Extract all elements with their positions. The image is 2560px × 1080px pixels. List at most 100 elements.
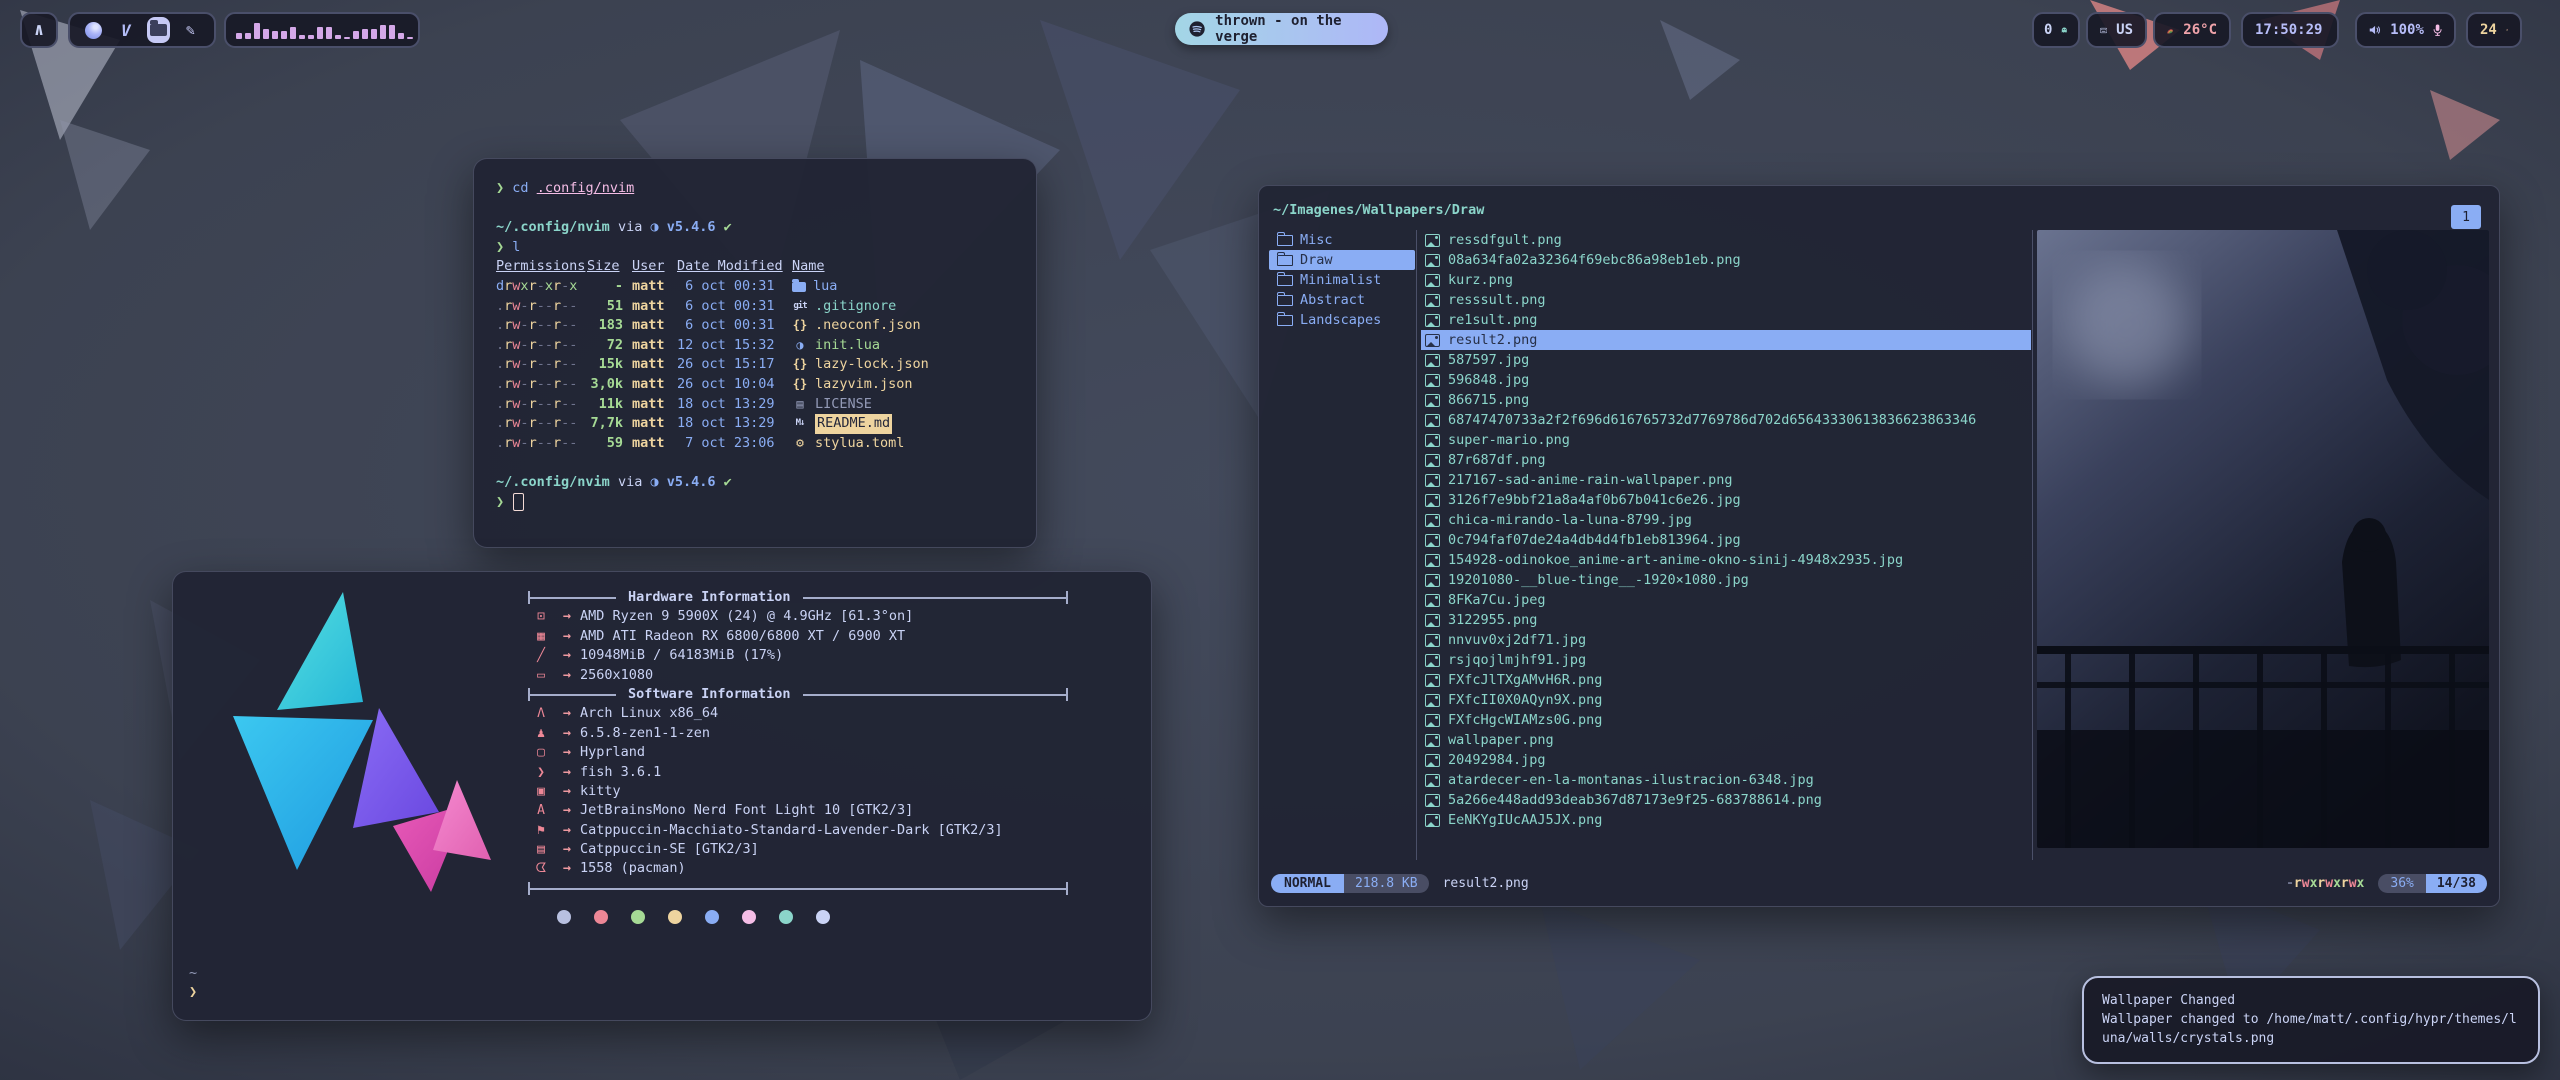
file-row[interactable]: 19201080-__blue-tinge__-1920×1080.jpg [1421, 570, 2031, 590]
file-row[interactable]: FXfcHgcWIAMzs0G.png [1421, 710, 2031, 730]
file-row[interactable]: chica-mirando-la-luna-8799.jpg [1421, 510, 2031, 530]
firefox-icon [85, 22, 102, 39]
file-row[interactable]: result2.png [1421, 330, 2031, 350]
terminal-file-row: .rw-r--r--183matt 6 oct 00:31{}.neoconf.… [496, 316, 1022, 336]
gpu-icon: ▦ [528, 627, 554, 646]
file-row[interactable]: 68747470733a2f2f696d616765732d7769786d70… [1421, 410, 2031, 430]
file-manager-window[interactable]: ~/Imagenes/Wallpapers/Draw 1 MiscDrawMin… [1258, 185, 2500, 907]
terminal-icon: ▣ [528, 782, 554, 801]
audio-widget[interactable]: 100% [2355, 12, 2456, 48]
fetch-shell-prompt[interactable]: ~ ❯ [189, 964, 197, 1003]
command-arg: .config/nvim [537, 179, 635, 199]
folder-file-icon [792, 282, 806, 292]
sidebar-item-abstract[interactable]: Abstract [1269, 290, 1415, 310]
icon-theme-icon: ▤ [528, 840, 554, 859]
sidebar-item-misc[interactable]: Misc [1269, 230, 1415, 250]
braces-file-icon: {} [792, 316, 808, 336]
palette-dot [668, 910, 682, 924]
visualizer-bar [353, 31, 359, 39]
fetch-info-panel: Hardware Information ⊡→AMD Ryzen 9 5900X… [528, 588, 1068, 898]
folder-icon [1277, 235, 1293, 246]
keyboard-layout: US [2116, 22, 2133, 38]
notification-toast[interactable]: Wallpaper Changed Wallpaper changed to /… [2082, 976, 2540, 1064]
media-pill[interactable]: thrown - on the verge [1175, 13, 1388, 45]
file-row[interactable]: 587597.jpg [1421, 350, 2031, 370]
fastfetch-logo [225, 588, 491, 906]
vim-icon: V [121, 21, 131, 40]
launcher-button[interactable]: ∧ [20, 12, 58, 48]
workspace-paint[interactable]: ✎ [179, 17, 202, 43]
file-row[interactable]: 3126f7e9bbf21a8a4af0b67b041c6e26.jpg [1421, 490, 2031, 510]
sidebar-item-landscapes[interactable]: Landscapes [1269, 310, 1415, 330]
fastfetch-window[interactable]: Hardware Information ⊡→AMD Ryzen 9 5900X… [172, 571, 1152, 1021]
packages-icon: ᗧ [528, 859, 554, 878]
visualizer-bar [407, 37, 413, 39]
terminal-window[interactable]: ❯ cd .config/nvim ~/.config/nvim via ◑ v… [473, 158, 1037, 548]
notification-count: 24 [2480, 22, 2497, 38]
file-row[interactable]: 596848.jpg [1421, 370, 2031, 390]
command: l [512, 238, 520, 258]
file-row[interactable]: 154928-odinokoe_anime-art-anime-okno-sin… [1421, 550, 2031, 570]
file-row[interactable]: resssult.png [1421, 290, 2031, 310]
file-row[interactable]: kurz.png [1421, 270, 2031, 290]
status-bar: NORMAL 218.8 KB result2.png -rwxrwxrwx 3… [1271, 872, 2487, 894]
arrow-icon: → [554, 627, 580, 646]
file-row[interactable]: 08a634fa02a32364f69ebc86a98eb1eb.png [1421, 250, 2031, 270]
file-row[interactable]: FXfcJlTXgAMvH6R.png [1421, 670, 2031, 690]
workspace-firefox[interactable] [82, 17, 105, 43]
file-row[interactable]: 217167-sad-anime-rain-wallpaper.png [1421, 470, 2031, 490]
file-row[interactable]: wallpaper.png [1421, 730, 2031, 750]
lua-version-icon: ◑ [650, 218, 658, 238]
file-row[interactable]: 20492984.jpg [1421, 750, 2031, 770]
file-row[interactable]: 87r687df.png [1421, 450, 2031, 470]
workspace-vim[interactable]: V [114, 17, 137, 43]
visualizer-bar [371, 29, 377, 39]
workspace-files[interactable] [147, 17, 170, 43]
spotify-icon [1189, 20, 1205, 38]
visualizer-bar [263, 29, 269, 39]
visualizer-bar [272, 31, 278, 39]
prompt-symbol: ❯ [496, 179, 504, 199]
sidebar-item-draw[interactable]: Draw [1269, 250, 1415, 270]
weather-widget[interactable]: 26°C [2153, 12, 2231, 48]
file-row[interactable]: nnvuv0xj2df71.jpg [1421, 630, 2031, 650]
image-file-icon [1425, 794, 1440, 807]
speaker-icon [2369, 23, 2381, 37]
image-file-icon [1425, 434, 1440, 447]
hardware-section-title: Hardware Information [528, 588, 1068, 607]
font-icon: A [528, 801, 554, 820]
file-row[interactable]: FXfcII0X0AQyn9X.png [1421, 690, 2031, 710]
updates-widget[interactable]: 0 [2032, 12, 2080, 48]
file-row[interactable]: 8FKa7Cu.jpeg [1421, 590, 2031, 610]
file-row[interactable]: atardecer-en-la-montanas-ilustracion-634… [1421, 770, 2031, 790]
file-row[interactable]: 866715.png [1421, 390, 2031, 410]
visualizer-bar [245, 33, 251, 39]
clock-widget[interactable]: 17:50:29 [2241, 12, 2339, 48]
file-row[interactable]: 0c794faf07de24a4db4d4fb1eb813964.jpg [1421, 530, 2031, 550]
image-file-icon [1425, 754, 1440, 767]
file-row[interactable]: super-mario.png [1421, 430, 2031, 450]
file-row[interactable]: rsjqojlmjhf91.jpg [1421, 650, 2031, 670]
keyboard-layout-widget[interactable]: US [2086, 12, 2147, 48]
file-row[interactable]: 5a266e448add93deab367d87173e9f25-6837886… [1421, 790, 2031, 810]
tab-badge[interactable]: 1 [2451, 205, 2481, 229]
sidebar-item-minimalist[interactable]: Minimalist [1269, 270, 1415, 290]
temperature-value: 26°C [2183, 22, 2217, 38]
file-row[interactable]: re1sult.png [1421, 310, 2031, 330]
wm-icon: ▢ [528, 743, 554, 762]
desktop: ∧ V ✎ thrown - on the verge 0 US [0, 0, 2560, 1080]
terminal-input-line[interactable]: ❯ [496, 493, 1022, 513]
folder-icon [1277, 255, 1293, 266]
notifications-widget[interactable]: 24 [2466, 12, 2522, 48]
file-row[interactable]: 3122955.png [1421, 610, 2031, 630]
display-icon: ▭ [528, 666, 554, 685]
file-name-cell: ⚙stylua.toml [792, 434, 1022, 454]
image-file-icon [1425, 354, 1440, 367]
file-row[interactable]: ressdfgult.png [1421, 230, 2031, 250]
lua-file-icon: ◑ [792, 336, 808, 356]
visualizer-bar [308, 35, 314, 39]
file-row[interactable]: EeNKYgIUcAAJ5JX.png [1421, 810, 2031, 830]
arrow-icon: → [554, 801, 580, 820]
file-table-header: Permissions Size User Date Modified Name [496, 257, 1022, 277]
arrow-icon: → [554, 666, 580, 685]
